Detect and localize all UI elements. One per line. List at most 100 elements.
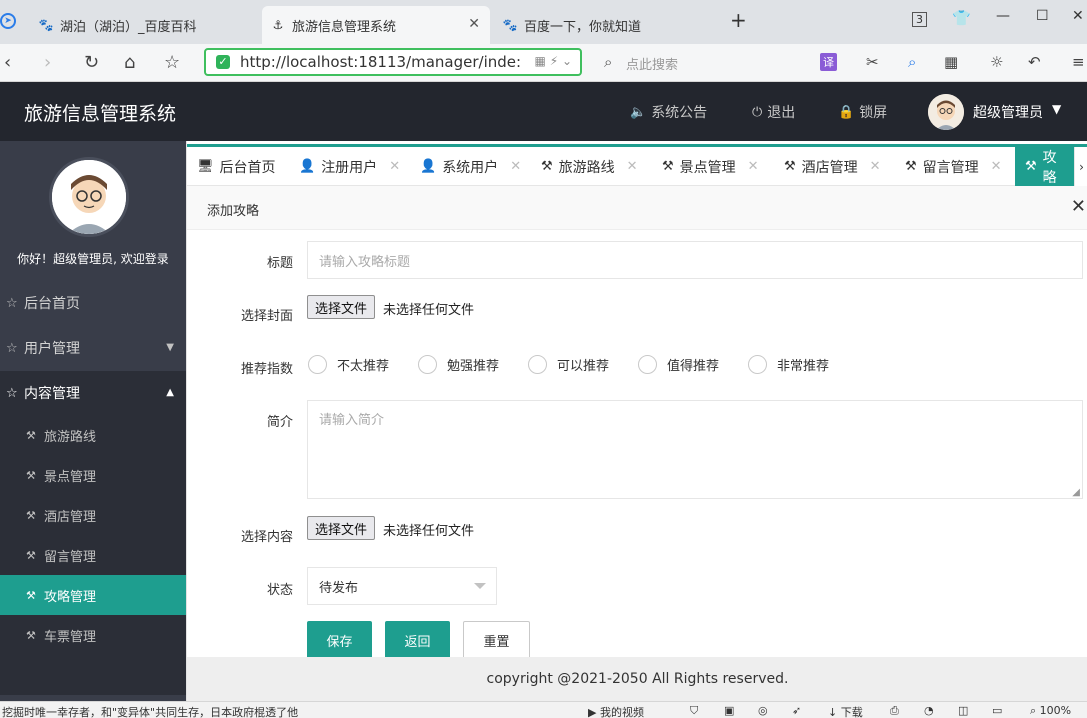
shield-icon[interactable]: ⛉	[690, 704, 698, 718]
save-button[interactable]: 保存	[307, 621, 372, 659]
tools-icon: ⚒	[1025, 159, 1037, 174]
close-icon[interactable]: ✕	[389, 159, 400, 174]
printer-icon[interactable]: ⎙	[890, 704, 899, 718]
tools-icon: ⚒	[905, 159, 917, 174]
tab-guides[interactable]: ⚒ 攻略	[1015, 147, 1074, 186]
rating-option-3[interactable]: 可以推荐	[528, 355, 609, 374]
tab-routes[interactable]: ⚒ 旅游路线 ✕	[541, 147, 638, 186]
undo-icon[interactable]: ↶	[1028, 53, 1041, 71]
rating-option-2[interactable]: 勉强推荐	[418, 355, 499, 374]
close-tab-icon[interactable]: ✕	[468, 16, 480, 32]
minimize-icon[interactable]: —	[996, 8, 1010, 24]
tab-messages[interactable]: ⚒ 留言管理 ✕	[905, 147, 1002, 186]
close-icon[interactable]: ✕	[748, 159, 759, 174]
radio-circle	[308, 355, 327, 374]
game-icon[interactable]: ◎	[758, 704, 768, 717]
home-icon[interactable]: ⌂	[124, 52, 135, 73]
close-icon[interactable]: ✕	[510, 159, 521, 174]
sidebar-sub-guides[interactable]: ⚒ 攻略管理	[0, 575, 186, 615]
translate-icon[interactable]: 译	[820, 53, 837, 71]
search-placeholder: 点此搜索	[626, 57, 679, 73]
back-icon[interactable]: ‹	[4, 52, 11, 73]
browser-logo-icon[interactable]: ➤	[0, 13, 16, 29]
sidebar-sub-spots[interactable]: ⚒ 景点管理	[0, 455, 186, 495]
sidebar-sub-hotels[interactable]: ⚒ 酒店管理	[0, 495, 186, 535]
rocket-icon[interactable]: ➶	[792, 704, 801, 717]
star-icon[interactable]: ☆	[164, 52, 180, 73]
browser-tab-baike[interactable]: 🐾 湖泊（湖泊）_百度百科	[30, 6, 258, 44]
my-video-link[interactable]: ▶ 我的视频	[588, 704, 644, 718]
sidebar-item-dashboard[interactable]: ☆ 后台首页	[0, 281, 186, 325]
sidebar-sub-tickets[interactable]: ⚒ 车票管理	[0, 615, 186, 655]
brightness-icon[interactable]: ☼	[990, 53, 1003, 71]
intro-textarea[interactable]: 请输入简介 ◢	[307, 400, 1083, 499]
reload-icon[interactable]: ↻	[84, 52, 99, 73]
url-input[interactable]: ✓ http://localhost:18113/manager/inde: ▦…	[204, 48, 582, 76]
close-icon[interactable]: ✕	[627, 159, 638, 174]
news-ticker[interactable]: 挖掘时唯一幸存者，和"变异体"共同生存，日本政府棍透了他	[2, 704, 298, 718]
announcement-link[interactable]: 🔈 系统公告	[630, 102, 707, 122]
apps-icon[interactable]: ▦	[944, 53, 958, 71]
tab-registered-users[interactable]: 👤 注册用户 ✕	[299, 147, 400, 186]
tabs-scroll-right-icon[interactable]: ›	[1074, 147, 1087, 186]
status-value: 待发布	[319, 580, 359, 596]
video-label: 我的视频	[599, 706, 644, 718]
browser-tab-strip: ➤ 🐾 湖泊（湖泊）_百度百科 ⚓ 旅游信息管理系统 ✕ 🐾 百度一下，你就知道…	[0, 0, 1087, 44]
close-icon[interactable]: ✕	[991, 159, 1002, 174]
cover-file-button[interactable]: 选择文件	[307, 295, 376, 319]
user-name[interactable]: 超级管理员	[973, 102, 1043, 122]
sidebar-sub-messages[interactable]: ⚒ 留言管理	[0, 535, 186, 575]
tab-spots[interactable]: ⚒ 景点管理 ✕	[662, 147, 759, 186]
resize-handle-icon[interactable]: ◢	[1072, 487, 1080, 498]
shirt-icon[interactable]: 👕	[952, 9, 971, 27]
user-dropdown-icon[interactable]: ▼	[1052, 102, 1061, 116]
tab-system-users[interactable]: 👤 系统用户 ✕	[420, 147, 521, 186]
cover-label: 选择封面	[240, 309, 293, 324]
title-input[interactable]: 请输入攻略标题	[307, 241, 1083, 279]
close-icon[interactable]: ✕	[1071, 196, 1086, 217]
tab-dashboard[interactable]: 🖥 后台首页	[197, 147, 276, 186]
zoom-level[interactable]: ⌕ 100%	[1030, 704, 1071, 718]
download-link[interactable]: ↓ 下载	[828, 704, 863, 718]
image-icon[interactable]: ▣	[724, 704, 734, 717]
avatar[interactable]	[928, 94, 964, 130]
rating-option-5[interactable]: 非常推荐	[748, 355, 829, 374]
sidebar-item-label: 内容管理	[24, 386, 80, 402]
sidebar-sub-routes[interactable]: ⚒ 旅游路线	[0, 415, 186, 455]
new-tab-icon[interactable]: +	[730, 8, 747, 32]
reset-button[interactable]: 重置	[463, 621, 530, 659]
sidebar-sub-partial	[0, 655, 186, 695]
browser-tab-baidu[interactable]: 🐾 百度一下，你就知道	[494, 6, 722, 44]
browser-tab-title: 百度一下，你就知道	[524, 19, 642, 35]
speaker-icon[interactable]: ◔	[924, 704, 934, 717]
footer-copyright: copyright @2021-2050 All Rights reserved…	[187, 657, 1087, 701]
logout-link[interactable]: ⏻ 退出	[752, 102, 795, 122]
window-icon[interactable]: ◫	[958, 704, 968, 717]
back-button[interactable]: 返回	[385, 621, 450, 659]
magnifier-icon[interactable]: ⌕	[908, 53, 916, 71]
browser-search-input[interactable]: ⌕ 点此搜索	[598, 50, 803, 76]
sidebar-item-users[interactable]: ☆ 用户管理 ▼	[0, 326, 186, 370]
url-tools-icon[interactable]: ▦ ⚡ ⌄	[535, 54, 572, 68]
sidebar-sub-label: 旅游路线	[44, 429, 97, 445]
radio-circle	[748, 355, 767, 374]
tab-count-badge[interactable]: 3	[912, 12, 927, 27]
rating-option-4[interactable]: 值得推荐	[638, 355, 719, 374]
maximize-icon[interactable]: ☐	[1036, 8, 1049, 24]
menu-icon[interactable]: ≡	[1072, 53, 1085, 71]
tab-hotels[interactable]: ⚒ 酒店管理 ✕	[784, 147, 881, 186]
screen-icon[interactable]: ▭	[992, 704, 1002, 717]
rating-option-1[interactable]: 不太推荐	[308, 355, 389, 374]
content-file-button[interactable]: 选择文件	[307, 516, 376, 540]
browser-tab-manager[interactable]: ⚓ 旅游信息管理系统 ✕	[262, 6, 490, 44]
close-icon[interactable]: ✕	[870, 159, 881, 174]
sidebar-sub-label: 攻略管理	[44, 589, 97, 605]
status-select[interactable]: 待发布	[307, 567, 497, 605]
sidebar-item-content[interactable]: ☆ 内容管理 ▲	[0, 371, 186, 415]
tools-icon: ⚒	[26, 508, 36, 522]
scissors-icon[interactable]: ✂	[866, 53, 879, 71]
forward-icon[interactable]: ›	[44, 52, 51, 73]
power-icon: ⏻	[752, 104, 763, 120]
close-window-icon[interactable]: ✕	[1072, 8, 1084, 24]
lock-screen-link[interactable]: 🔒 锁屏	[838, 102, 887, 122]
